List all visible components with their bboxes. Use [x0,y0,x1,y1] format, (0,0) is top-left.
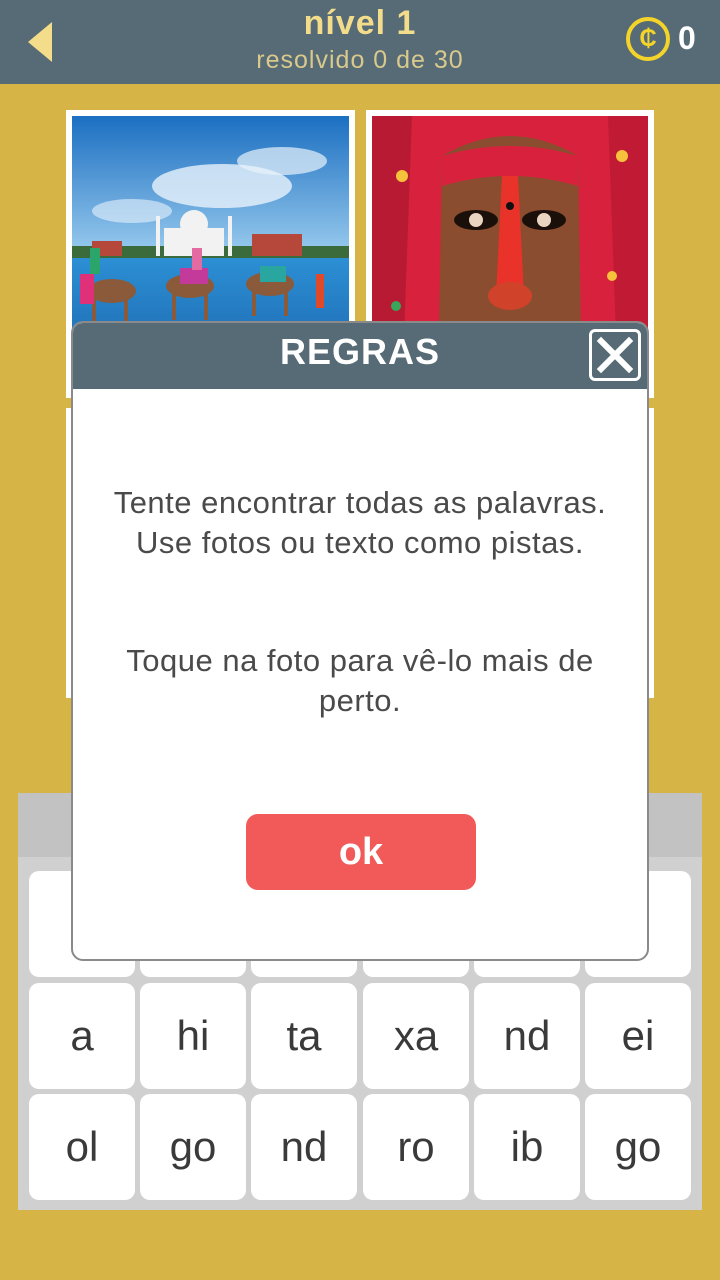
key[interactable]: ta [251,983,357,1089]
rules-text-2: Toque na foto para vê-lo mais de perto. [126,643,594,718]
key[interactable]: ei [585,983,691,1089]
key[interactable]: xa [363,983,469,1089]
key[interactable]: go [140,1094,246,1200]
dialog-title: REGRAS [279,331,441,372]
close-button[interactable] [589,329,641,381]
level-title: nível 1 [303,4,417,42]
close-icon [596,336,634,374]
key[interactable]: a [29,983,135,1089]
key[interactable]: ib [474,1094,580,1200]
key[interactable]: nd [474,983,580,1089]
rules-text-1: Tente encontrar todas as palavras. Use f… [113,485,607,560]
key[interactable]: hi [140,983,246,1089]
coin-count: 0 [678,20,696,56]
key[interactable]: ol [29,1094,135,1200]
ok-button[interactable]: ok [246,814,476,890]
progress-text: resolvido 0 de 30 [256,46,464,74]
rules-dialog: REGRAS Tente encontrar todas as palavras… [71,321,649,961]
key[interactable]: ro [363,1094,469,1200]
key[interactable]: nd [251,1094,357,1200]
dialog-header: REGRAS [73,323,647,389]
coin-icon: ₵ [626,17,670,61]
top-bar: nível 1 resolvido 0 de 30 ₵ 0 [0,0,720,84]
key[interactable]: go [585,1094,691,1200]
